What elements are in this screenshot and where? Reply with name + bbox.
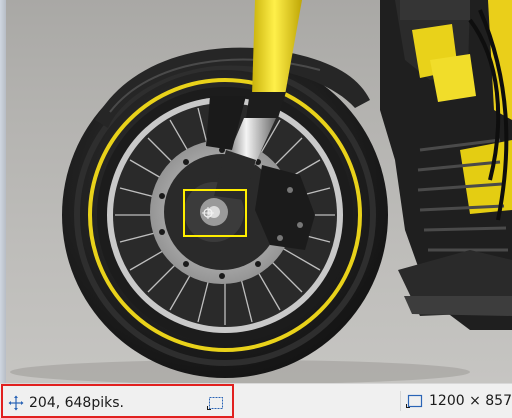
canvas-edge	[0, 0, 6, 383]
cursor-position-text: 204, 648piks.	[29, 395, 124, 411]
selection-size-icon	[207, 397, 223, 410]
move-cursor-icon	[8, 395, 24, 411]
image-size-text: 1200 × 857p	[429, 393, 512, 409]
status-separator	[400, 391, 401, 411]
image-canvas[interactable]	[0, 0, 512, 383]
motorcycle-photo	[10, 0, 512, 383]
cursor-position-group: 204, 648piks.	[1, 384, 234, 418]
status-bar: 204, 648piks. 1200 × 857p	[0, 383, 512, 418]
image-size-icon	[406, 394, 423, 408]
